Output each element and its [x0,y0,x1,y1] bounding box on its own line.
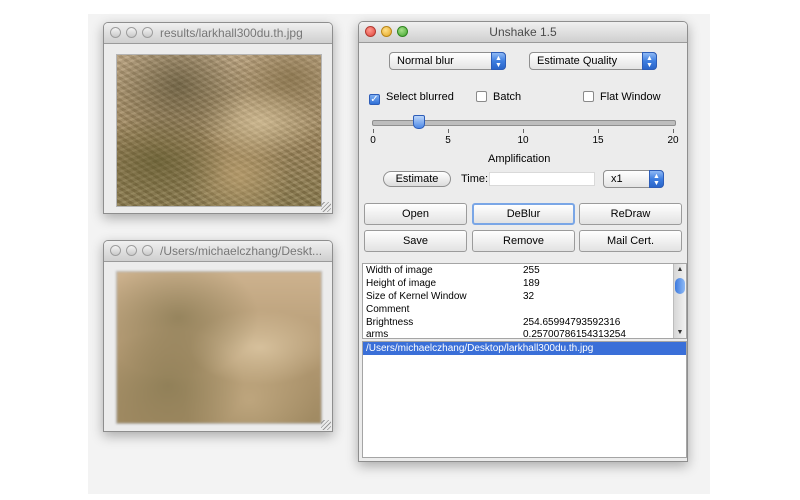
slider-thumb[interactable] [413,115,425,129]
tick-label: 10 [517,135,529,146]
file-list-item[interactable]: /Users/michaelczhang/Desktop/larkhall300… [363,342,686,355]
image-window-original: /Users/michaelczhang/Deskt... [103,240,333,432]
check-icon: ✓ [369,94,380,105]
file-list[interactable]: /Users/michaelczhang/Desktop/larkhall300… [362,341,687,458]
redraw-button[interactable]: ReDraw [579,203,682,225]
checkbox-box [583,91,594,102]
resize-grip[interactable] [321,420,331,430]
up-down-arrows-icon: ▲ ▼ [491,52,506,70]
slider-tick [373,129,374,133]
info-value: 189 [523,278,540,289]
time-label: Time: [461,173,489,185]
slider-tick [673,129,674,133]
image-window-result: results/larkhall300du.th.jpg [103,22,333,214]
mail-cert-button[interactable]: Mail Cert. [579,230,682,252]
tick-label: 5 [445,135,451,146]
remove-button[interactable]: Remove [472,230,575,252]
info-label: arms [366,329,389,339]
remove-button-label: Remove [503,235,544,247]
info-value: 254.65994793592316 [523,317,621,328]
quality-value: Estimate Quality [537,55,618,67]
window-title: /Users/michaelczhang/Deskt... [160,244,323,258]
flat-window-checkbox[interactable]: Flat Window [583,91,661,103]
up-down-arrows-icon: ▲ ▼ [642,52,657,70]
info-label: Comment [366,304,410,315]
info-row: Width of image 255 [366,265,540,277]
scroll-thumb[interactable] [675,278,685,294]
info-value: 32 [523,291,535,302]
info-row: Brightness 254.65994793592316 [366,317,620,329]
close-button[interactable] [110,245,121,256]
deblurred-image [116,54,322,207]
batch-checkbox[interactable]: Batch [476,91,521,103]
slider-tick [448,129,449,133]
checkbox-box [476,91,487,102]
blur-type-select[interactable]: Normal blur ▲ ▼ [389,52,506,70]
checkbox-label: Flat Window [600,91,661,103]
mail-cert-button-label: Mail Cert. [606,235,655,247]
title-bar[interactable]: /Users/michaelczhang/Deskt... [104,241,332,262]
info-row: arms 0.25700786154313254 [366,329,626,339]
scroll-down-arrow-icon[interactable]: ▼ [674,329,686,336]
info-label: Brightness [366,317,414,328]
tick-label: 0 [370,135,376,146]
title-bar[interactable]: Unshake 1.5 [359,22,687,43]
info-label: Size of Kernel Window [366,291,467,302]
minimize-button[interactable] [126,245,137,256]
estimate-button[interactable]: Estimate [383,171,451,187]
info-label: Height of image [366,278,437,289]
save-button[interactable]: Save [364,230,467,252]
window-controls [110,27,153,38]
close-button[interactable] [110,27,121,38]
open-button[interactable]: Open [364,203,467,225]
multiplier-value: x1 [611,173,623,185]
deblur-button-label: DeBlur [506,208,541,220]
resize-grip[interactable] [321,202,331,212]
image-info-list[interactable]: Width of image 255 Height of image 189 Siz… [362,263,687,339]
minimize-button[interactable] [126,27,137,38]
info-row: Height of image 189 [366,278,540,290]
info-value: 0.25700786154313254 [523,329,626,339]
tick-label: 15 [592,135,604,146]
info-row: Comment [366,304,409,316]
window-controls [110,245,153,256]
unshake-main-window: Unshake 1.5 Normal blur ▲ ▼ Estimate Qual… [358,21,688,462]
quality-select[interactable]: Estimate Quality ▲ ▼ [529,52,657,70]
zoom-button[interactable] [142,245,153,256]
original-image [116,271,322,424]
redraw-button-label: ReDraw [610,208,651,220]
open-button-label: Open [402,208,429,220]
vertical-scrollbar[interactable]: ▲ ▼ [673,264,686,338]
checkbox-label: Select blurred [386,91,454,103]
time-field[interactable] [489,172,595,186]
scroll-up-arrow-icon[interactable]: ▲ [674,266,686,273]
tick-label: 20 [667,135,679,146]
amplification-label: Amplification [488,153,551,165]
save-button-label: Save [402,235,429,247]
slider-tick [523,129,524,133]
window-title: Unshake 1.5 [489,25,557,39]
slider-tick [598,129,599,133]
zoom-button[interactable] [142,27,153,38]
checkbox-label: Batch [493,91,522,103]
blur-type-value: Normal blur [397,55,454,67]
multiplier-select[interactable]: x1 ▲ ▼ [603,170,664,188]
deblur-button[interactable]: DeBlur [472,203,575,225]
info-row: Size of Kernel Window 32 [366,291,534,303]
estimate-button-label: Estimate [395,173,439,185]
window-title: results/larkhall300du.th.jpg [160,26,303,40]
info-label: Width of image [366,265,433,276]
select-blurred-checkbox[interactable]: ✓ Select blurred [369,91,454,105]
info-value: 255 [523,265,540,276]
title-bar[interactable]: results/larkhall300du.th.jpg [104,23,332,44]
up-down-arrows-icon: ▲ ▼ [649,170,664,188]
